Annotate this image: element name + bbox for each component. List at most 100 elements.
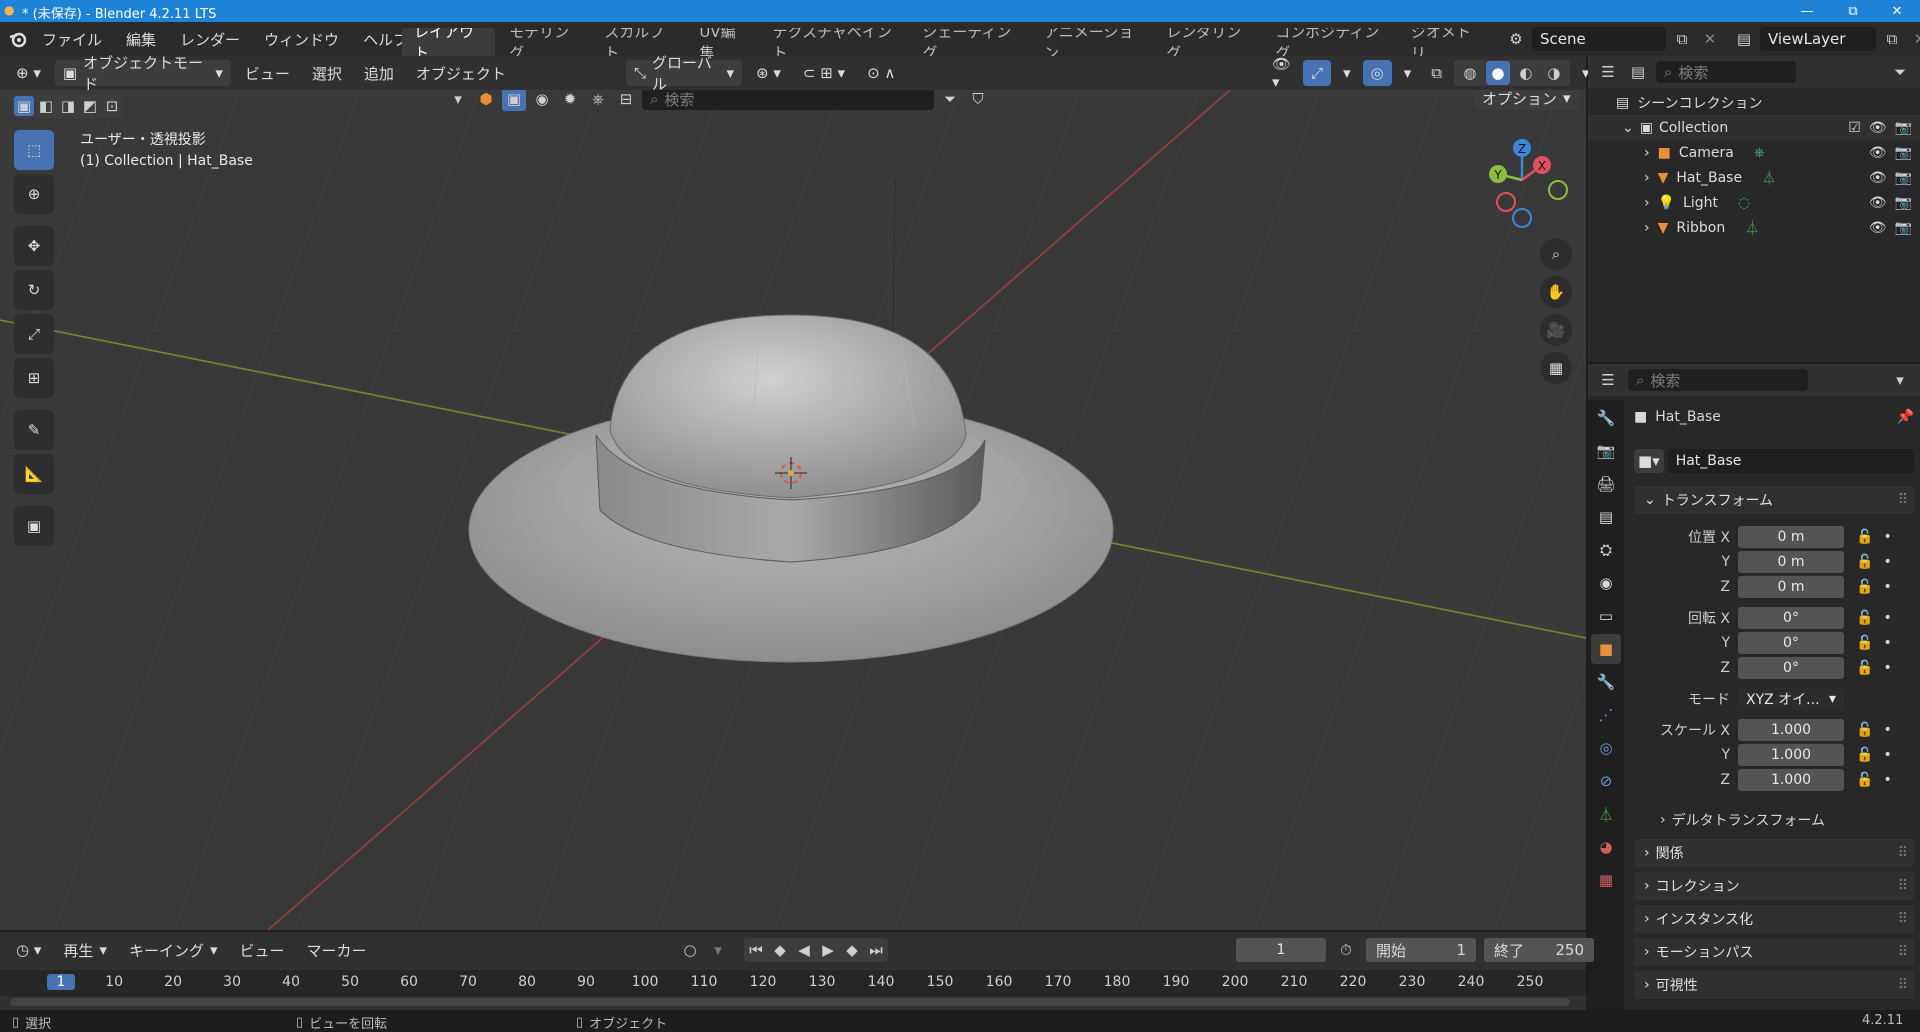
properties-search-input[interactable]: ⌕ 検索 [1628, 369, 1808, 391]
blender-menu-icon[interactable] [6, 27, 30, 51]
delta-transform-subpanel[interactable]: › デルタトランスフォーム [1660, 808, 1825, 832]
chevron-down-icon[interactable]: ▾ [1888, 368, 1912, 392]
filter-mesh-icon[interactable]: ◉ [530, 90, 554, 111]
eye-icon[interactable]: 👁 [1869, 170, 1887, 186]
filter-light-icon[interactable]: ✹ [558, 90, 582, 111]
filter-funnel-icon[interactable]: ⏷ [1888, 60, 1912, 84]
stopwatch-icon[interactable]: ⏱ [1334, 938, 1358, 962]
lock-icon[interactable]: 🔓 [1856, 635, 1873, 651]
select-subtract-icon[interactable]: ◨ [58, 96, 78, 116]
output-tab-icon[interactable]: 🖨 [1591, 469, 1621, 499]
particles-tab-icon[interactable]: ⋰ [1591, 700, 1621, 730]
instancing-panel[interactable]: › インスタンス化 ⠿ [1634, 905, 1914, 933]
object-type-icon[interactable]: ⬢ [474, 90, 498, 111]
scale-y-field[interactable]: 1.000 [1738, 744, 1844, 766]
keying-menu[interactable]: キーイング ▾ [121, 937, 226, 963]
drag-handle-icon[interactable]: ⠿ [1898, 878, 1908, 894]
modifier-tab-icon[interactable]: 🔧 [1591, 667, 1621, 697]
lock-icon[interactable]: 🔓 [1856, 722, 1873, 738]
outliner-item-hat-base[interactable]: › ▼ Hat_Base ⏃ 👁 📷 [1588, 165, 1920, 190]
material-tab-icon[interactable]: ◕ [1591, 832, 1621, 862]
collection-row[interactable]: ⌄ ▣ Collection ☑ 👁 📷 [1588, 115, 1920, 140]
rotation-z-field[interactable]: 0° [1738, 657, 1844, 679]
delete-scene-icon[interactable]: ✕ [1698, 27, 1722, 51]
cursor-tool[interactable]: ⊕ [14, 174, 54, 214]
lock-icon[interactable]: 🔓 [1856, 660, 1873, 676]
drag-handle-icon[interactable]: ⠿ [1898, 492, 1908, 508]
minimize-button[interactable]: — [1784, 0, 1830, 22]
jump-end-icon[interactable]: ⏭ [864, 938, 888, 962]
gizmo-toggle[interactable]: ⤢ [1303, 60, 1332, 86]
select-intersect-icon[interactable]: ⊡ [102, 96, 122, 116]
view-menu[interactable]: ビュー [237, 60, 298, 86]
prev-keyframe-icon[interactable]: ◆ [768, 938, 792, 962]
chevron-down-icon[interactable]: ▾ [446, 90, 470, 111]
select-extend-icon[interactable]: ◧ [36, 96, 56, 116]
keyframe-dot-icon[interactable]: • [1883, 554, 1891, 570]
view-layer-icon[interactable]: ▤ [1732, 27, 1756, 51]
tab-texture-paint[interactable]: テクスチャペイント [761, 28, 909, 56]
rotate-tool[interactable]: ↻ [14, 270, 54, 310]
timeline-scrollbar[interactable] [10, 998, 1570, 1006]
proportional-edit-toggle[interactable]: ⊙ ∧ [859, 60, 903, 86]
annotate-tool[interactable]: ✎ [14, 410, 54, 450]
rotation-mode-dropdown[interactable]: XYZ オイ... ▾ [1738, 688, 1844, 710]
outliner-item-camera[interactable]: › ■ Camera ⎈ 👁 📷 [1588, 140, 1920, 165]
tab-modeling[interactable]: モデリング [497, 28, 590, 56]
view-layer-tab-icon[interactable]: ▤ [1591, 502, 1621, 532]
tab-compositing[interactable]: コンポジティング [1263, 28, 1397, 56]
motion-paths-panel[interactable]: › モーションパス ⠿ [1634, 938, 1914, 966]
material-shading-icon[interactable]: ◐ [1514, 61, 1538, 85]
scale-tool[interactable]: ⤢ [14, 314, 54, 354]
keyframe-dot-icon[interactable]: • [1883, 722, 1891, 738]
solid-shading-icon[interactable]: ● [1485, 61, 1510, 85]
keyframe-dot-icon[interactable]: • [1883, 529, 1891, 545]
rendered-shading-icon[interactable]: ◑ [1542, 61, 1566, 85]
lock-icon[interactable]: 🔓 [1856, 529, 1873, 545]
data-tab-icon[interactable]: ⏃ [1591, 799, 1621, 829]
lock-icon[interactable]: 🔓 [1856, 610, 1873, 626]
auto-keying-icon[interactable]: ○ [678, 938, 702, 962]
location-z-field[interactable]: 0 m [1738, 576, 1844, 598]
measure-tool[interactable]: 📐 [14, 454, 54, 494]
object-menu[interactable]: オブジェクト [408, 60, 514, 86]
drag-handle-icon[interactable]: ⠿ [1898, 977, 1908, 993]
timeline-view-menu[interactable]: ビュー [231, 937, 292, 963]
wireframe-shading-icon[interactable]: ◍ [1458, 61, 1482, 85]
mode-dropdown[interactable]: ▣ オブジェクトモード ▾ [54, 54, 231, 93]
tool-tab-icon[interactable]: 🔧 [1591, 403, 1621, 433]
eye-icon[interactable]: 👁 [1869, 120, 1887, 136]
maximize-button[interactable]: ⧉ [1830, 0, 1876, 22]
filter-camera-icon[interactable]: ⎈ [586, 90, 610, 111]
scale-x-field[interactable]: 1.000 [1738, 719, 1844, 741]
scene-selector[interactable]: Scene [1532, 27, 1666, 51]
render-camera-icon[interactable]: 📷 [1895, 195, 1912, 211]
visibility-dropdown[interactable]: 👁 ▾ [1264, 55, 1299, 91]
lock-icon[interactable]: 🔓 [1856, 772, 1873, 788]
render-camera-icon[interactable]: 📷 [1895, 170, 1912, 186]
physics-tab-icon[interactable]: ◎ [1591, 733, 1621, 763]
lock-icon[interactable]: 🔓 [1856, 579, 1873, 595]
properties-editor-icon[interactable]: ☰ [1596, 368, 1620, 392]
object-tab-icon[interactable]: ■ [1591, 634, 1621, 664]
menu-window[interactable]: ウィンドウ [252, 22, 351, 56]
snap-toggle[interactable]: ⊂ ⊞ ▾ [795, 60, 853, 86]
xray-toggle[interactable]: ⧉ [1423, 60, 1450, 86]
pivot-point-dropdown[interactable]: ⊛ ▾ [748, 60, 789, 86]
select-invert-icon[interactable]: ◩ [80, 96, 100, 116]
checkbox-icon[interactable]: ☑ [1848, 120, 1861, 136]
lock-icon[interactable]: 🔓 [1856, 747, 1873, 763]
playback-menu[interactable]: 再生 ▾ [55, 937, 115, 963]
play-reverse-icon[interactable]: ◀ [792, 938, 816, 962]
next-keyframe-icon[interactable]: ◆ [840, 938, 864, 962]
camera-view-icon[interactable]: 🎥 [1540, 314, 1572, 346]
frame-ruler[interactable]: 1 10 20 30 40 50 60 70 80 90 100 110 120 130 140 150 160… [0, 970, 1586, 996]
tab-shading[interactable]: シェーディング [910, 28, 1030, 56]
tab-geometry[interactable]: ジオメトリ [1399, 28, 1492, 56]
location-x-field[interactable]: 0 m [1738, 526, 1844, 548]
chevron-right-icon[interactable]: › [1644, 145, 1650, 161]
new-scene-icon[interactable]: ⧉ [1670, 27, 1694, 51]
scene-tab-icon[interactable]: ⛭ [1591, 535, 1621, 565]
viewport-search-input[interactable]: ⌕ 検索 [642, 90, 934, 110]
drag-handle-icon[interactable]: ⠿ [1898, 911, 1908, 927]
